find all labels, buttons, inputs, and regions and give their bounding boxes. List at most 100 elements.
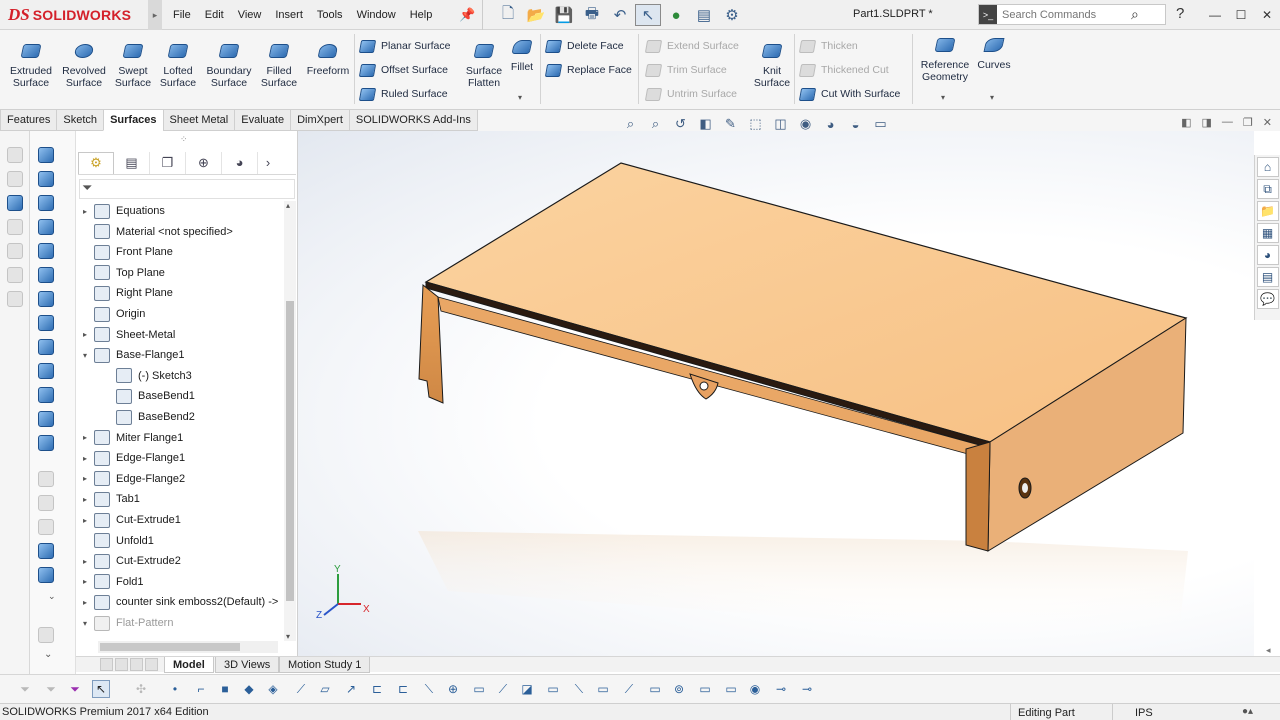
tree-node[interactable]: ▸ Cut-Extrude2 (76, 551, 181, 571)
filter-dimensions-icon[interactable]: ⊕ (444, 680, 462, 698)
note-icon[interactable] (7, 195, 23, 211)
more-chevron-icon[interactable]: ⌄ (48, 591, 56, 602)
featuremanager-tree-tab-icon[interactable]: ⚙ (78, 151, 114, 174)
tree-node[interactable]: Front Plane (76, 242, 173, 262)
filter-notes-icon[interactable]: ▭ (470, 680, 488, 698)
ruled-surface-button[interactable]: Ruled Surface (358, 84, 448, 104)
filter-tables-icon[interactable]: ⊸ (798, 680, 816, 698)
tree-filter-box[interactable]: ⏷ (79, 179, 295, 199)
extrude-icon[interactable] (38, 147, 54, 163)
replace-face-shortcut-icon[interactable] (38, 411, 54, 427)
filter-sketch-segments-icon[interactable]: ↗ (342, 680, 360, 698)
first-tab-icon[interactable] (100, 658, 113, 671)
tab-sketch[interactable]: Sketch (56, 110, 105, 131)
filter-dowel-pins-icon[interactable]: ⊚ (670, 680, 688, 698)
untrim-icon[interactable] (38, 519, 54, 535)
solidworks-forum-icon[interactable]: 💬 (1256, 289, 1279, 309)
solidworks-resources-icon[interactable]: ⌂ (1256, 157, 1279, 177)
replace-face-button[interactable]: Replace Face (544, 60, 632, 80)
tree-expand-arrow-icon[interactable]: ▸ (76, 577, 94, 586)
display-style-icon[interactable]: ◫ (770, 115, 791, 133)
help-question-icon[interactable]: ? (1176, 5, 1184, 22)
configuration-manager-tab-icon[interactable]: ❐ (150, 151, 186, 174)
save-icon[interactable]: 💾 (551, 4, 577, 26)
filter-toggle-icon[interactable]: ⏷ (16, 680, 34, 698)
tree-node[interactable]: ▸ Fold1 (76, 572, 144, 592)
sweep-icon[interactable] (38, 195, 54, 211)
filter-edges-icon[interactable]: ⌐ (192, 680, 210, 698)
fillet-dropdown-arrow-icon[interactable]: ▾ (518, 93, 522, 102)
cut-with-surface-button[interactable]: Cut With Surface (798, 84, 900, 104)
freeform-shortcut-icon[interactable] (38, 315, 54, 331)
filter-gtol-icon[interactable]: ⟋ (494, 680, 512, 698)
filter-cosmetic-threads-icon[interactable]: ⟋ (620, 680, 638, 698)
minimize-icon[interactable]: — (1202, 0, 1228, 30)
maximize-icon[interactable]: ☐ (1228, 0, 1254, 30)
next-tab-icon[interactable] (130, 658, 143, 671)
search-commands-input[interactable] (997, 8, 1127, 21)
tree-expand-arrow-icon[interactable]: ▸ (76, 433, 94, 442)
filter-datum-features-icon[interactable]: ⟍ (570, 680, 588, 698)
trim-icon[interactable] (38, 495, 54, 511)
filter-center-marks-icon[interactable]: ⊏ (394, 680, 412, 698)
filter-blocks-icon[interactable]: ▭ (646, 680, 664, 698)
section-view-icon[interactable]: ◧ (695, 115, 716, 133)
filter-centerline-icon[interactable]: ⟍ (420, 680, 438, 698)
close-icon[interactable]: ✕ (1254, 0, 1280, 30)
boundary-icon[interactable] (38, 243, 54, 259)
tree-expand-arrow-icon[interactable]: ▸ (76, 495, 94, 504)
filled-surface-button[interactable]: Filled Surface (252, 44, 306, 89)
search-icon[interactable]: ⌕ (1131, 6, 1139, 23)
menu-insert[interactable]: Insert (268, 9, 310, 21)
tree-expand-arrow-icon[interactable]: ▸ (76, 516, 94, 525)
viewport-close-icon[interactable]: ✕ (1263, 116, 1272, 129)
filter-weld-symbols-icon[interactable]: ▭ (544, 680, 562, 698)
fillet-button[interactable]: Fillet (500, 40, 544, 73)
boundary-surface-button[interactable]: Boundary Surface (202, 44, 256, 89)
tree-expand-arrow-icon[interactable]: ▸ (76, 598, 94, 607)
delete-face-button[interactable]: Delete Face (544, 36, 624, 56)
knit-surface-button[interactable]: Knit Surface (745, 44, 799, 89)
smart-dimension-icon[interactable] (7, 219, 23, 235)
file-properties-icon[interactable]: ▤ (691, 4, 717, 26)
filter-surface-finish-icon[interactable]: ◪ (518, 680, 536, 698)
scroll-down-icon[interactable]: ▾ (286, 632, 290, 641)
filter-axes-icon[interactable]: ⟋ (292, 680, 310, 698)
viewport-left-icon[interactable]: ◧ (1181, 116, 1191, 129)
curve-icon[interactable] (38, 567, 54, 583)
tabs-scroll-right-icon[interactable]: › (258, 152, 278, 174)
delete-face-shortcut-icon[interactable] (38, 387, 54, 403)
edit-appearance-icon[interactable]: ◕ (820, 115, 841, 133)
tree-node[interactable]: ▸ Edge-Flange1 (76, 448, 185, 468)
tab-model[interactable]: Model (164, 657, 214, 673)
filter-surface-bodies-icon[interactable]: ◆ (240, 680, 258, 698)
curves-button[interactable]: Curves (970, 38, 1018, 71)
hide-show-items-icon[interactable]: ◉ (795, 115, 816, 133)
scroll-up-icon[interactable]: ▴ (286, 201, 290, 210)
unit-system-selector[interactable]: IPS (1112, 704, 1153, 720)
view-palette-icon[interactable]: ▦ (1256, 223, 1279, 243)
tab-motion-study-1[interactable]: Motion Study 1 (279, 657, 371, 673)
tree-node[interactable]: Material <not specified> (76, 222, 233, 242)
tree-expand-arrow-icon[interactable]: ▸ (76, 454, 94, 463)
tree-expand-arrow-icon[interactable]: ▾ (76, 351, 94, 360)
view-orientation-icon[interactable]: ⬚ (745, 115, 766, 133)
knit-icon[interactable] (38, 435, 54, 451)
tree-horizontal-scrollbar[interactable] (98, 641, 278, 653)
graphics-area[interactable]: Y X Z (298, 131, 1254, 656)
menu-help[interactable]: Help (403, 9, 440, 21)
tree-node[interactable]: ▸ Tab1 (76, 489, 140, 509)
tree-node[interactable]: (-) Sketch3 (98, 366, 192, 386)
tree-node[interactable]: ▸ Miter Flange1 (76, 428, 183, 448)
menu-view[interactable]: View (231, 9, 269, 21)
new-document-icon[interactable]: 🗋 (495, 4, 521, 26)
dimxpert-manager-tab-icon[interactable]: ⊕ (186, 151, 222, 174)
thickened-cut-button[interactable]: Thickened Cut (798, 60, 889, 80)
filter-connection-points-icon[interactable]: ▭ (696, 680, 714, 698)
filter-mid-surfaces-icon[interactable]: ◉ (746, 680, 764, 698)
tab-dimxpert[interactable]: DimXpert (290, 110, 350, 131)
ruled-icon[interactable] (38, 363, 54, 379)
solidworks-logo[interactable]: DS SOLIDWORKS (8, 4, 131, 26)
menu-expand-arrow-icon[interactable]: ▸ (148, 0, 162, 30)
apply-scene-icon[interactable]: ◒ (845, 115, 866, 133)
